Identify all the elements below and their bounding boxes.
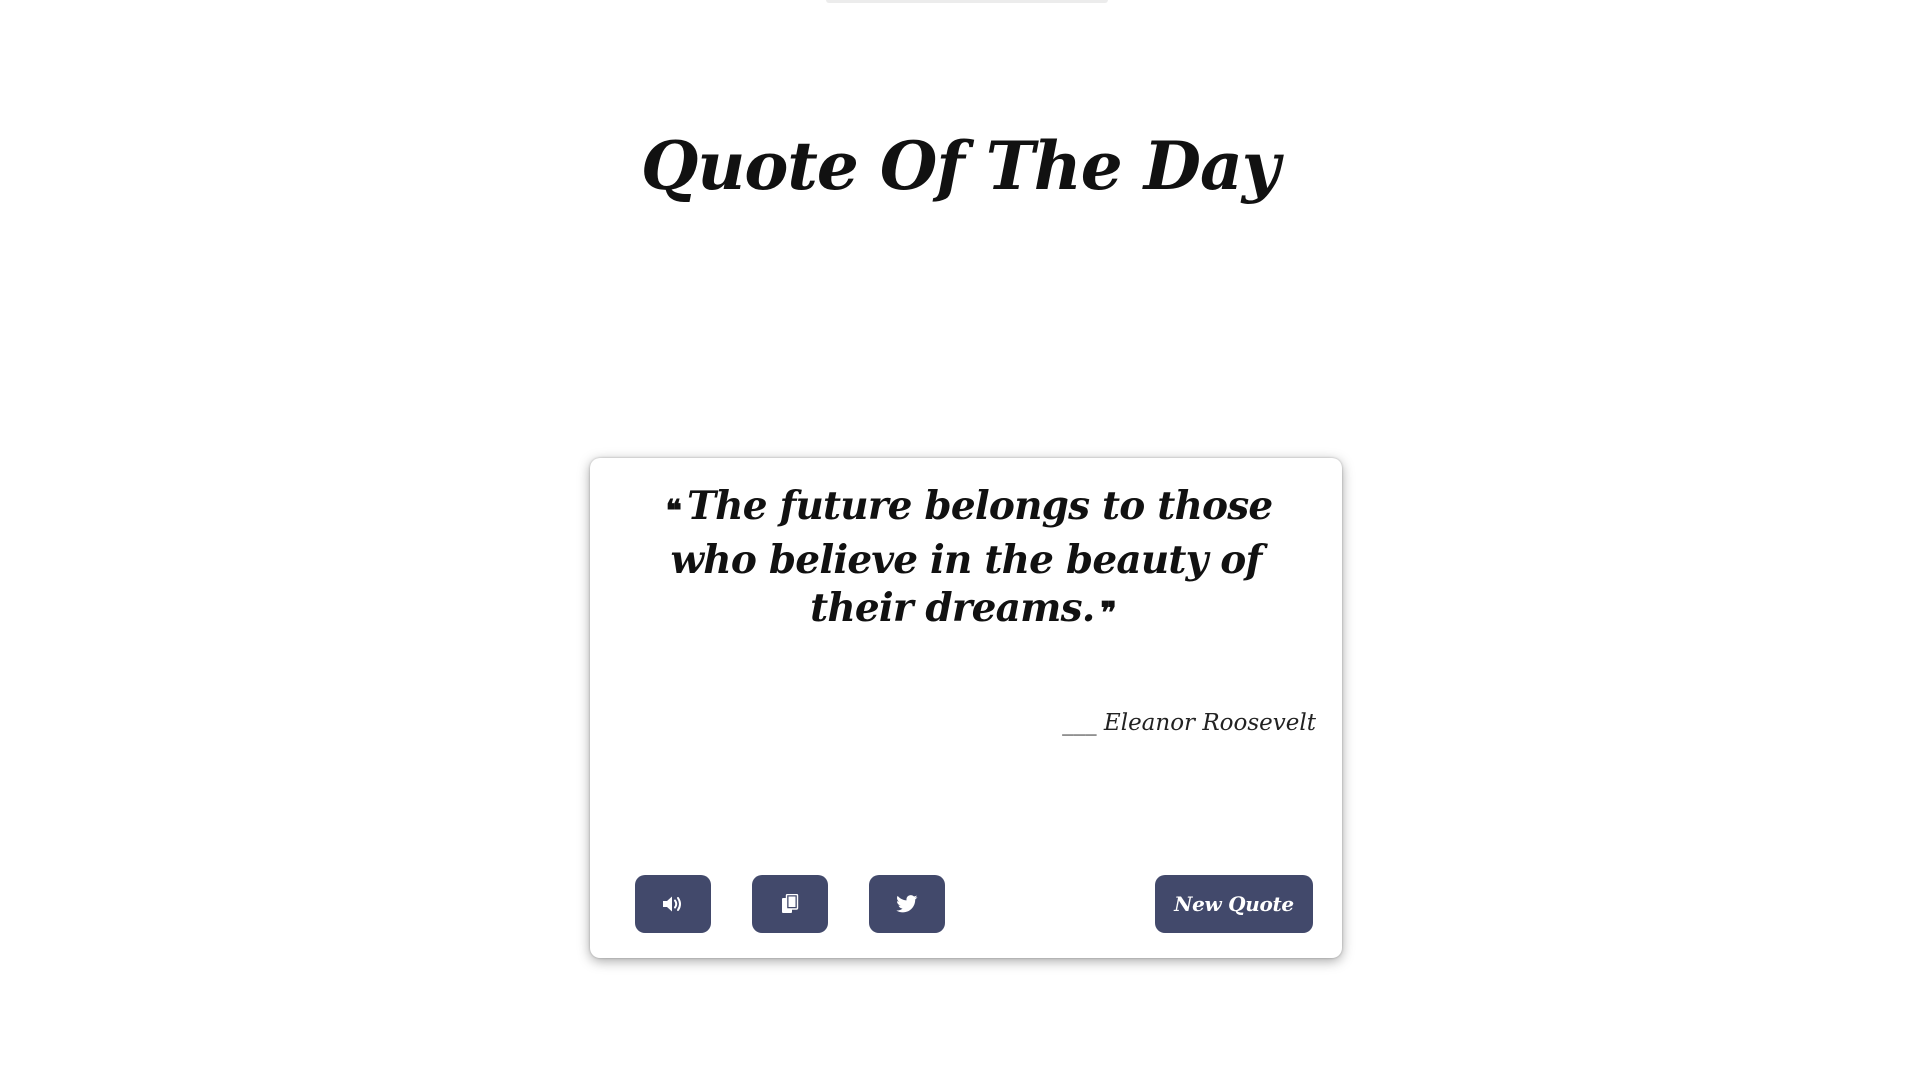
copy-button[interactable] (752, 875, 828, 933)
volume-icon (662, 895, 684, 913)
page-title: Quote Of The Day (640, 127, 1280, 205)
new-quote-button[interactable]: New Quote (1155, 875, 1313, 933)
quote-author: ___ Eleanor Roosevelt (1062, 710, 1316, 736)
copy-icon (781, 894, 799, 914)
close-quote-icon: ❞ (1100, 596, 1117, 631)
tweet-button[interactable] (869, 875, 945, 933)
quote-card: ❝ The future belongs to those who believe… (590, 458, 1342, 958)
twitter-icon (896, 895, 918, 913)
speak-button[interactable] (635, 875, 711, 933)
quote-text-block: ❝ The future belongs to those who believe… (620, 482, 1312, 638)
open-quote-icon: ❝ (665, 494, 682, 529)
top-edge-tab (826, 0, 1108, 3)
page: Quote Of The Day ❝ The future belongs to … (0, 0, 1920, 1080)
quote-text: The future belongs to those who believe … (670, 483, 1274, 631)
